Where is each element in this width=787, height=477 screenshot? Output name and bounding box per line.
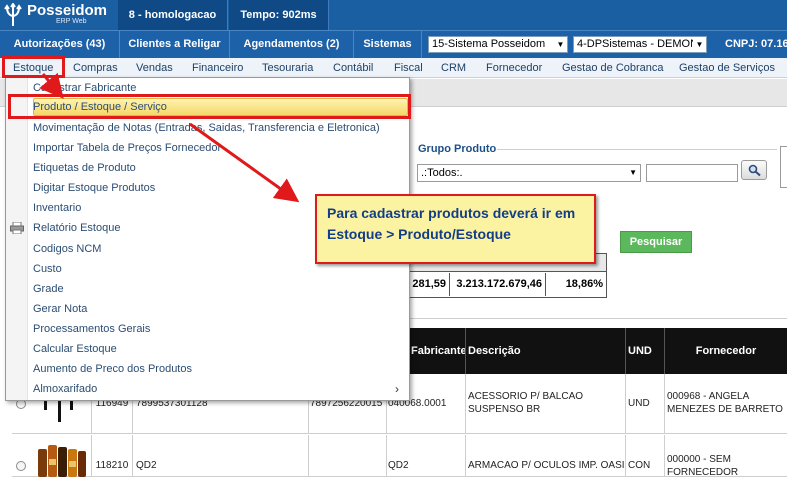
arrow-to-callout [189,122,300,203]
instruction-callout: Para cadastrar produtos deverá ir em Est… [315,194,596,264]
app-window: Posseidom ERP Web 8 - homologacao Tempo:… [0,0,787,477]
arrow-to-produto [39,72,64,99]
